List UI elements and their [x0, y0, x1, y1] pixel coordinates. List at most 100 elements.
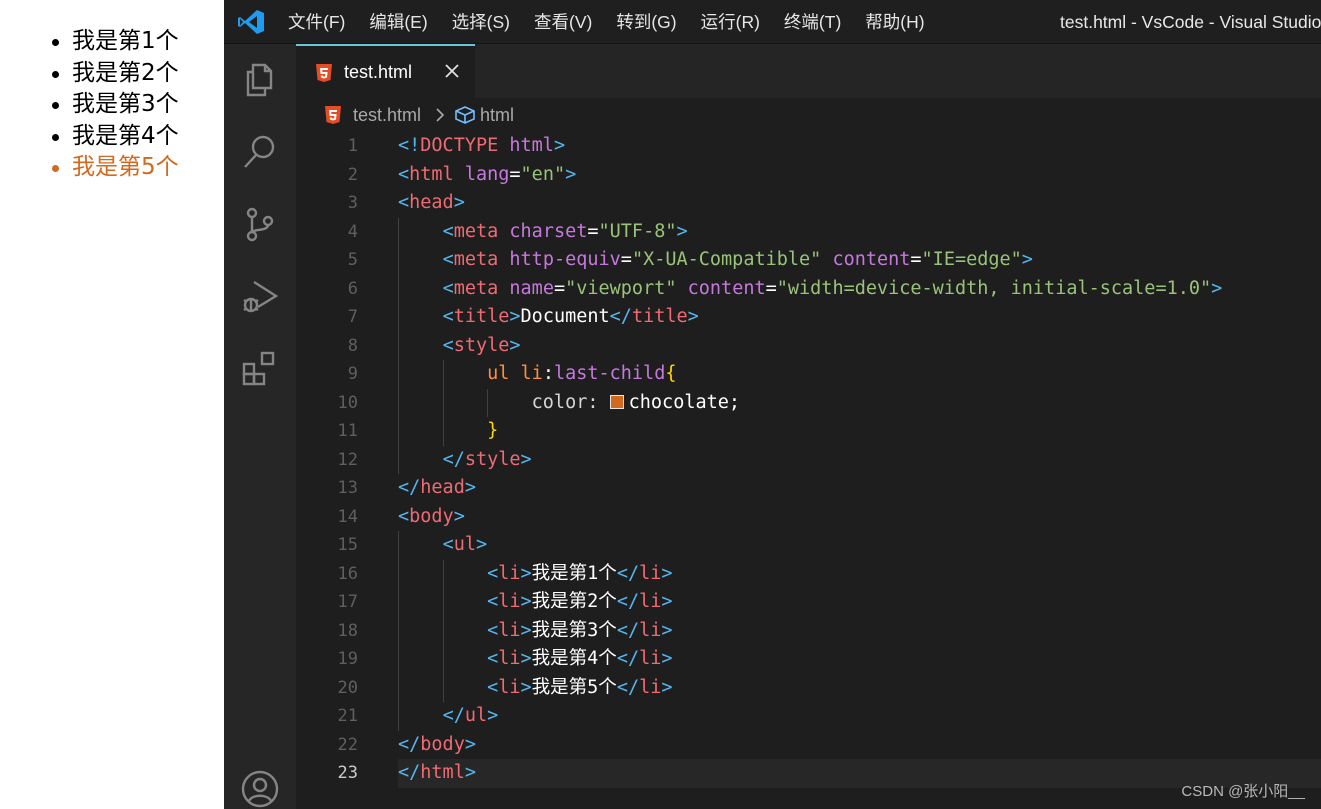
- indent-guide: [442, 559, 444, 588]
- code-token: >: [553, 135, 566, 156]
- code-line[interactable]: <ul>: [398, 531, 1321, 560]
- watermark: CSDN @张小阳__: [1181, 783, 1305, 800]
- code-token: </: [616, 619, 640, 641]
- code-line[interactable]: <title>Document</title>: [398, 303, 1321, 332]
- code-token: style: [464, 448, 521, 470]
- code-token: =: [910, 249, 922, 270]
- code-token: >: [661, 591, 673, 612]
- code-line[interactable]: }: [398, 417, 1321, 446]
- menu-file[interactable]: 文件(F): [288, 0, 345, 44]
- code-line[interactable]: </head>: [398, 474, 1321, 503]
- line-number: 11: [337, 421, 358, 441]
- line-number: 12: [337, 449, 358, 470]
- account-icon[interactable]: [240, 769, 280, 809]
- code-token: li: [639, 619, 662, 641]
- code-token: meta: [453, 220, 499, 242]
- search-icon[interactable]: [240, 132, 280, 172]
- menu-edit[interactable]: 编辑(E): [369, 0, 427, 44]
- code-token: html: [420, 762, 465, 783]
- code-token: li: [639, 676, 662, 698]
- code-line[interactable]: <li>我是第2个</li>: [398, 588, 1321, 617]
- menu-selection[interactable]: 选择(S): [452, 0, 510, 44]
- code-token: >: [661, 619, 673, 641]
- menu-go[interactable]: 转到(G): [616, 0, 676, 44]
- code-token: 我是第3个: [531, 619, 617, 641]
- preview-list-item-last: 我是第5个: [46, 152, 179, 184]
- tab-test-html[interactable]: test.html: [296, 44, 475, 98]
- indent-guide: [398, 616, 399, 645]
- code-token: <: [442, 220, 454, 242]
- indent-guide: [398, 388, 399, 417]
- code-lines[interactable]: <!DOCTYPE html> <html lang="en"> <head> <m…: [398, 132, 1321, 788]
- line-number: 18: [337, 620, 358, 641]
- code-token: >: [1021, 249, 1033, 270]
- color-swatch-icon[interactable]: [609, 394, 624, 409]
- code-line[interactable]: <html lang="en">: [398, 161, 1321, 190]
- code-token: >: [453, 192, 465, 213]
- bullet-icon: [52, 70, 59, 78]
- menu-run[interactable]: 运行(R): [701, 0, 760, 44]
- code-line[interactable]: <!DOCTYPE html>: [398, 132, 1321, 161]
- line-number: 1: [347, 136, 358, 156]
- menu-help[interactable]: 帮助(H): [865, 0, 924, 44]
- code-line[interactable]: <li>我是第3个</li>: [398, 616, 1321, 645]
- code-token: <: [398, 505, 410, 527]
- run-debug-icon[interactable]: [240, 276, 280, 316]
- code-token: </: [616, 648, 640, 669]
- breadcrumb-file[interactable]: test.html: [353, 98, 421, 132]
- code-line[interactable]: ul li:last-child{: [398, 360, 1321, 389]
- code-line[interactable]: color: chocolate;: [398, 388, 1321, 417]
- code-line[interactable]: <li>我是第4个</li>: [398, 645, 1321, 674]
- code-token: 我是第1个: [531, 562, 617, 584]
- code-token: =: [620, 249, 632, 270]
- indent-guide: [398, 588, 399, 617]
- source-control-icon[interactable]: [240, 204, 280, 244]
- code-line[interactable]: <body>: [398, 503, 1321, 532]
- code-token: >: [520, 676, 532, 698]
- code-token: >: [464, 762, 476, 783]
- code-line[interactable]: </style>: [398, 445, 1321, 474]
- code-token: title: [631, 306, 688, 327]
- vscode-logo-icon: [237, 9, 265, 35]
- code-line[interactable]: <meta charset="UTF-8">: [398, 217, 1321, 246]
- code-token: style: [453, 334, 510, 356]
- code-token: head: [420, 477, 465, 498]
- menu-terminal[interactable]: 终端(T): [784, 0, 841, 44]
- code-token: li: [498, 648, 521, 669]
- indent-guide: [442, 673, 444, 702]
- code-line[interactable]: </ul>: [398, 702, 1321, 731]
- symbol-cube-icon: [454, 105, 476, 129]
- code-line[interactable]: <meta name="viewport" content="width=dev…: [398, 274, 1321, 303]
- code-token: meta: [453, 277, 499, 299]
- explorer-icon[interactable]: [240, 60, 280, 100]
- code-token: </: [398, 733, 421, 755]
- code-token: 我是第5个: [531, 676, 617, 698]
- line-number: 8: [347, 335, 358, 356]
- line-number: 15: [337, 535, 358, 555]
- menu-view[interactable]: 查看(V): [534, 0, 592, 44]
- breadcrumb-symbol[interactable]: html: [480, 98, 514, 132]
- code-line[interactable]: <style>: [398, 331, 1321, 360]
- code-token: content: [832, 249, 911, 270]
- code-token: li: [498, 562, 521, 584]
- code-line[interactable]: <li>我是第1个</li>: [398, 559, 1321, 588]
- code-line[interactable]: <li>我是第5个</li>: [398, 673, 1321, 702]
- browser-preview: 我是第1个 我是第2个 我是第3个 我是第4个 我是第5个: [0, 0, 224, 809]
- close-icon[interactable]: [441, 60, 463, 82]
- html5-icon: [315, 63, 333, 87]
- code-token: >: [509, 334, 521, 356]
- extensions-icon[interactable]: [240, 348, 280, 388]
- code-editor[interactable]: 1 2 3 4 5 6 7 8 9 10 11 12 13 14 15 16 17 18 19 20 21 22 23 <!…: [296, 132, 1321, 809]
- code-token: <: [398, 192, 410, 213]
- code-line[interactable]: <head>: [398, 189, 1321, 218]
- tab-label: test.html: [344, 62, 413, 82]
- code-token: li: [498, 676, 521, 698]
- code-line[interactable]: </body>: [398, 731, 1321, 760]
- indent-guide: [398, 331, 399, 360]
- code-token: <: [487, 562, 499, 584]
- code-line[interactable]: <meta http-equiv="X-UA-Compatible" conte…: [398, 246, 1321, 275]
